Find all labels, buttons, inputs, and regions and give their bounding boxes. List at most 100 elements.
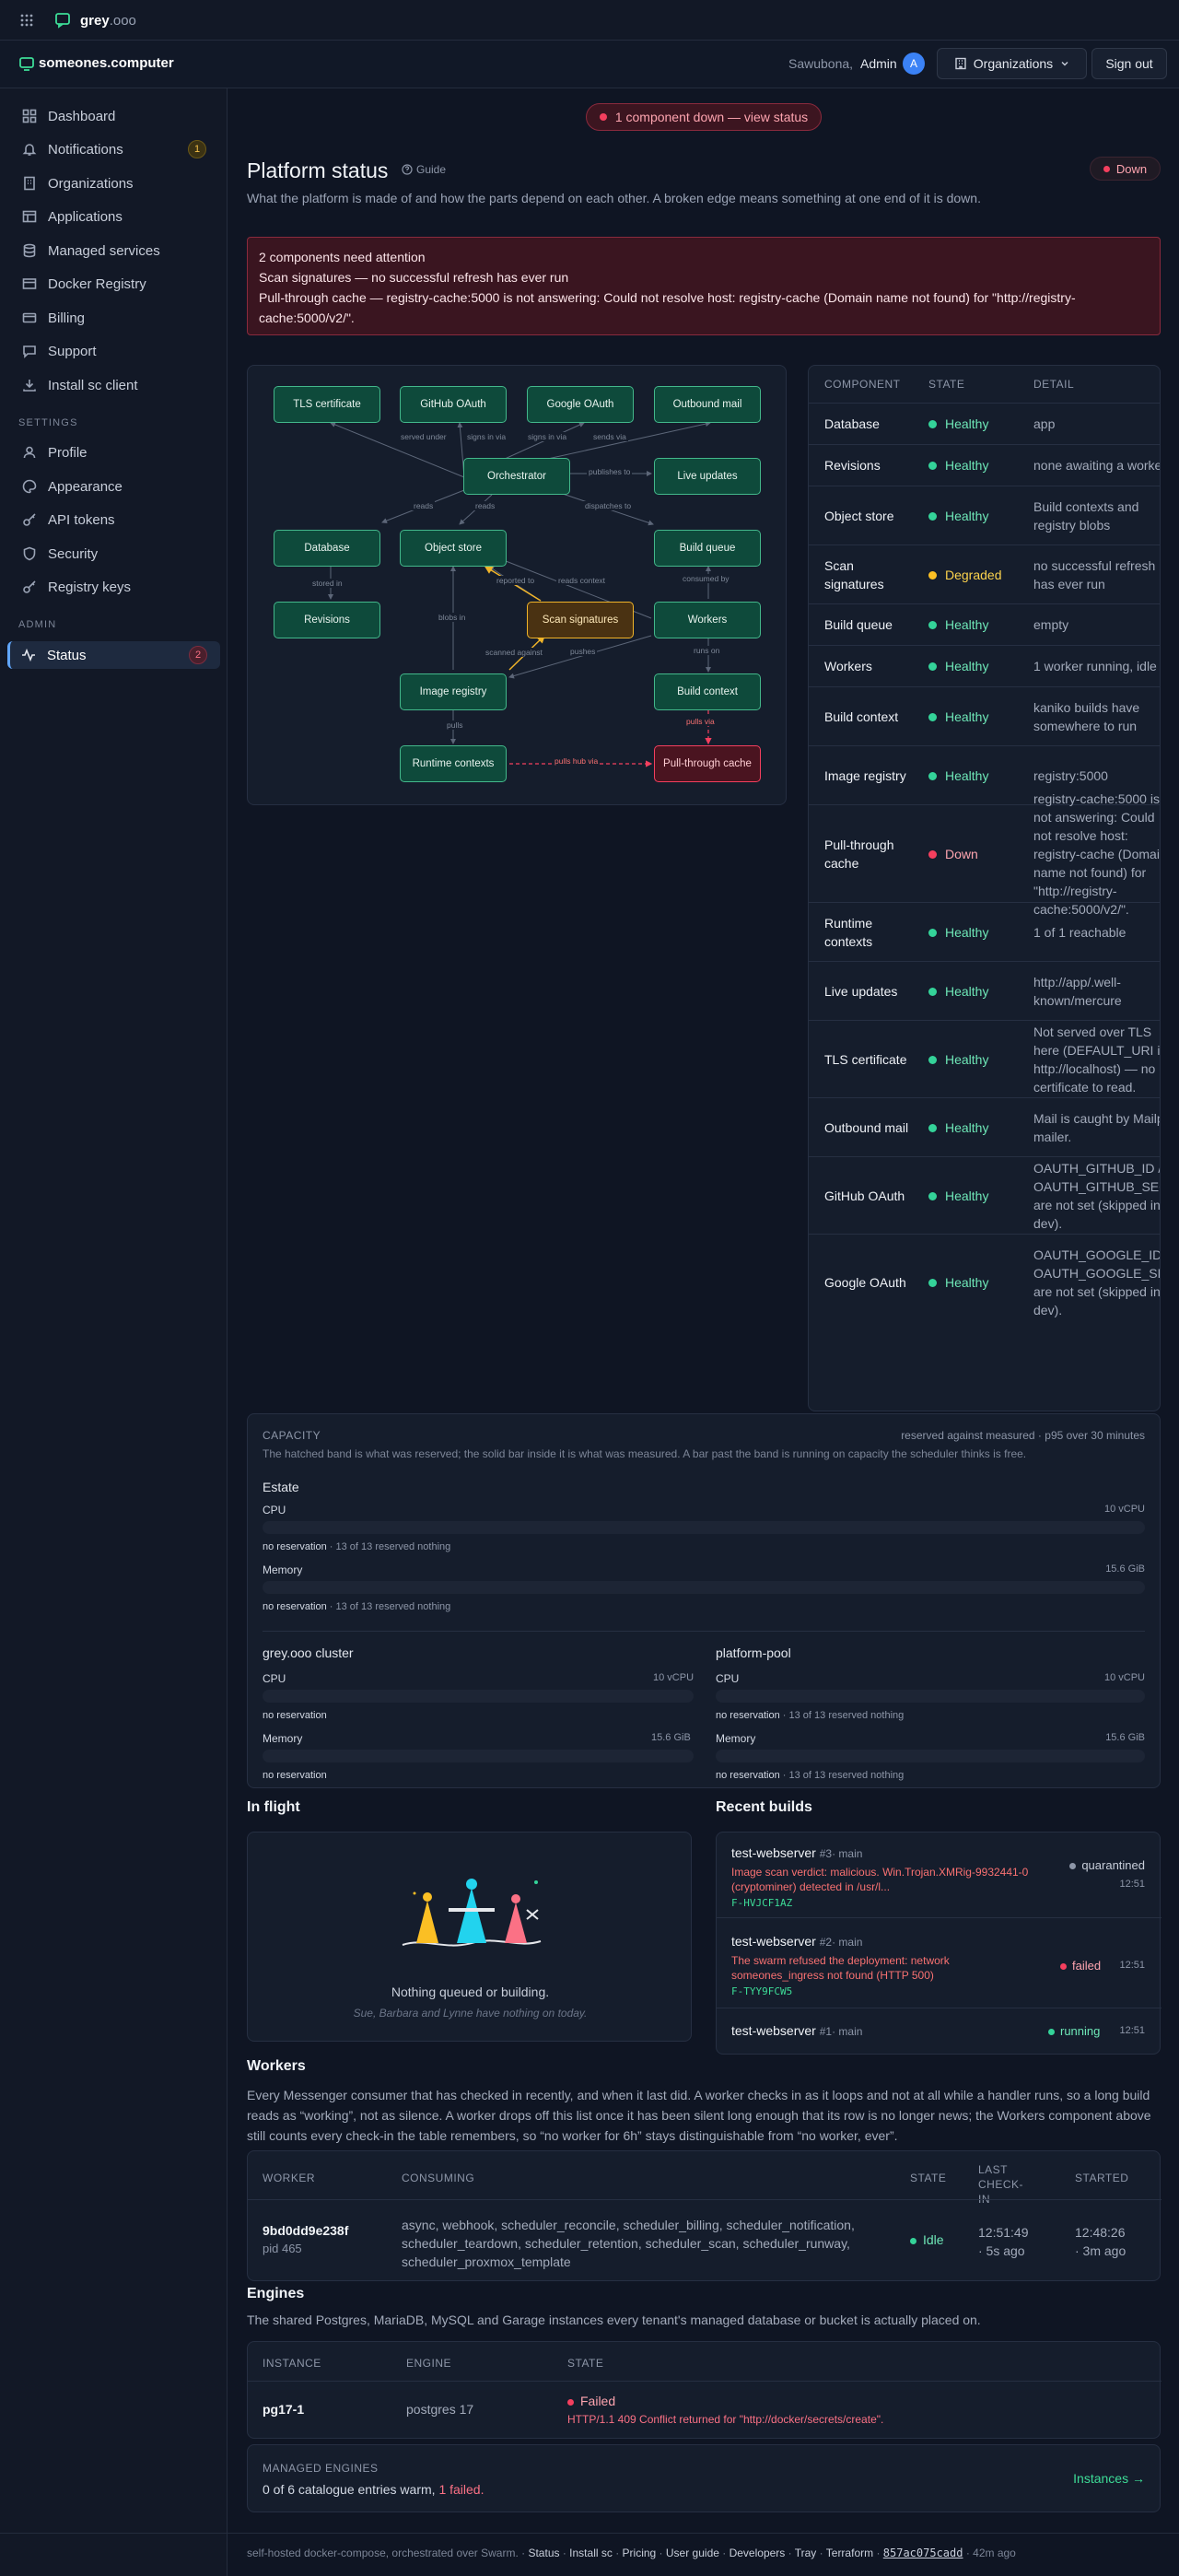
build-state: quarantined (1081, 1858, 1145, 1872)
app-logo[interactable]: someones.computer (39, 55, 174, 71)
reservation-note: no reservation (263, 1710, 327, 1721)
edge-label: reported to (495, 576, 537, 585)
organizations-button[interactable]: Organizations (937, 48, 1087, 79)
divider (717, 1917, 1161, 1918)
sidebar-item-appearance[interactable]: Appearance (11, 473, 219, 500)
managed-engines-card: MANAGED ENGINES 0 of 6 catalogue entries… (247, 2444, 1161, 2512)
node-tls-certificate[interactable]: TLS certificate (274, 386, 380, 423)
notification-count-badge: 1 (188, 140, 206, 158)
sidebar-item-dashboard[interactable]: Dashboard (11, 102, 219, 130)
top-brand[interactable]: grey.ooo (80, 13, 136, 29)
component-row[interactable]: Scan signatures Degraded no successful ref… (809, 544, 1160, 603)
sidebar-item-api-tokens[interactable]: API tokens (11, 506, 219, 533)
sidebar-item-applications[interactable]: Applications (11, 203, 219, 230)
guide-link[interactable]: Guide (402, 163, 446, 176)
node-outbound-mail[interactable]: Outbound mail (654, 386, 761, 423)
component-row[interactable]: Build queue Healthy empty (809, 603, 1160, 645)
build-time: 12:51 (1119, 1960, 1145, 1971)
key-icon (23, 580, 36, 593)
node-google-oauth[interactable]: Google OAuth (527, 386, 634, 423)
component-detail: registry:5000 (1033, 767, 1108, 783)
component-row[interactable]: Build context Healthy kaniko builds have s… (809, 686, 1160, 745)
sidebar-item-organizations[interactable]: Organizations (11, 170, 219, 197)
edge-label: reads context (556, 576, 608, 585)
state-label: Healthy (945, 1274, 989, 1290)
node-runtime-contexts[interactable]: Runtime contexts (400, 745, 507, 782)
node-workers[interactable]: Workers (654, 602, 761, 638)
state-dot (928, 420, 937, 428)
component-row[interactable]: TLS certificate Healthy Not served over TL… (809, 1020, 1160, 1097)
footer-link-install[interactable]: Install sc (569, 2547, 613, 2559)
component-row[interactable]: Google OAuth Healthy OAUTH_GOOGLE_ID / OAU… (809, 1234, 1160, 1329)
signout-button[interactable]: Sign out (1091, 48, 1167, 79)
sidebar-item-label: Managed services (48, 242, 160, 259)
memory-label: Memory (263, 1563, 303, 1576)
component-row[interactable]: Runtime contexts Healthy 1 of 1 reachable (809, 902, 1160, 961)
component-state: Healthy (928, 1187, 988, 1205)
greeting: Sawubona, (788, 56, 854, 71)
footer-link-status[interactable]: Status (528, 2547, 559, 2559)
build-item[interactable]: test-webserver #1· main (731, 2023, 862, 2038)
footer-commit[interactable]: 857ac075cadd (883, 2547, 963, 2559)
sidebar-item-registry-keys[interactable]: Registry keys (11, 573, 219, 601)
build-item[interactable]: test-webserver #2· main (731, 1934, 862, 1949)
column-header: ENGINE (406, 2357, 452, 2370)
component-row[interactable]: Database Healthy app (809, 403, 1160, 444)
sidebar-item-security[interactable]: Security (11, 540, 219, 568)
sidebar-item-support[interactable]: Support (11, 337, 219, 365)
component-row[interactable]: Pull-through cache Down registry-cache:500… (809, 791, 1160, 917)
worker-id[interactable]: 9bd0dd9e238f (263, 2223, 348, 2238)
node-revisions[interactable]: Revisions (274, 602, 380, 638)
managed-engines-title: MANAGED ENGINES (263, 2462, 379, 2475)
component-down-banner[interactable]: 1 component down — view status (586, 103, 822, 131)
footer-link-user-guide[interactable]: User guide (666, 2547, 719, 2559)
node-object-store[interactable]: Object store (400, 530, 507, 567)
sidebar-item-managed-services[interactable]: Managed services (11, 237, 219, 264)
footer-link-developers[interactable]: Developers (730, 2547, 786, 2559)
component-row[interactable]: Revisions Healthy none awaiting a worker (809, 444, 1160, 486)
component-row[interactable]: Outbound mail Healthy Mail is caught by Ma… (809, 1097, 1160, 1156)
logo-icon (18, 55, 35, 72)
build-item[interactable]: test-webserver #3· main (731, 1845, 862, 1860)
sidebar-item-notifications[interactable]: Notifications 1 (11, 135, 219, 163)
sidebar-item-docker-registry[interactable]: Docker Registry (11, 270, 219, 298)
state-label: Healthy (945, 458, 989, 473)
node-database[interactable]: Database (274, 530, 380, 567)
memory-label: Memory (263, 1732, 303, 1745)
node-build-context[interactable]: Build context (654, 673, 761, 710)
component-name: Runtime contexts (824, 915, 873, 949)
component-row[interactable]: Workers Healthy 1 worker running, idle (809, 645, 1160, 686)
component-row[interactable]: Live updates Healthy http://app/.well-know… (809, 961, 1160, 1020)
app-grid-icon[interactable] (20, 14, 33, 27)
node-orchestrator[interactable]: Orchestrator (463, 458, 570, 495)
apps-icon (22, 210, 37, 223)
sidebar-item-status[interactable]: Status 2 (7, 641, 220, 669)
build-code[interactable]: F-HVJCF1AZ (731, 1897, 792, 1909)
node-github-oauth[interactable]: GitHub OAuth (400, 386, 507, 423)
footer-link-tray[interactable]: Tray (795, 2547, 817, 2559)
engines-table: INSTANCE ENGINE STATE pg17-1 postgres 17… (247, 2341, 1161, 2439)
state-label: Healthy (945, 1188, 989, 1203)
state-dot (928, 621, 937, 629)
component-row[interactable]: GitHub OAuth Healthy OAUTH_GITHUB_ID / OAU… (809, 1156, 1160, 1234)
sidebar-item-install-client[interactable]: Install sc client (11, 371, 219, 399)
sidebar-item-billing[interactable]: Billing (11, 304, 219, 332)
builds-title: Recent builds (716, 1799, 812, 1815)
instances-link[interactable]: Instances → (1073, 2471, 1145, 2486)
node-build-queue[interactable]: Build queue (654, 530, 761, 567)
avatar[interactable]: A (903, 53, 925, 75)
key-icon (23, 513, 36, 526)
footer-link-terraform[interactable]: Terraform (826, 2547, 873, 2559)
shield-icon (23, 546, 36, 561)
node-live-updates[interactable]: Live updates (654, 458, 761, 495)
footer-link-pricing[interactable]: Pricing (623, 2547, 657, 2559)
sidebar-item-profile[interactable]: Profile (11, 439, 219, 466)
engine-instance[interactable]: pg17-1 (263, 2402, 304, 2417)
user-name[interactable]: Admin (860, 56, 897, 71)
build-code[interactable]: F-TYY9FCW5 (731, 1985, 792, 1997)
node-pull-through-cache[interactable]: Pull-through cache (654, 745, 761, 782)
node-image-registry[interactable]: Image registry (400, 673, 507, 710)
node-scan-signatures[interactable]: Scan signatures (527, 602, 634, 638)
component-row[interactable]: Object store Healthy Build contexts and re… (809, 486, 1160, 544)
bell-icon (22, 144, 37, 156)
